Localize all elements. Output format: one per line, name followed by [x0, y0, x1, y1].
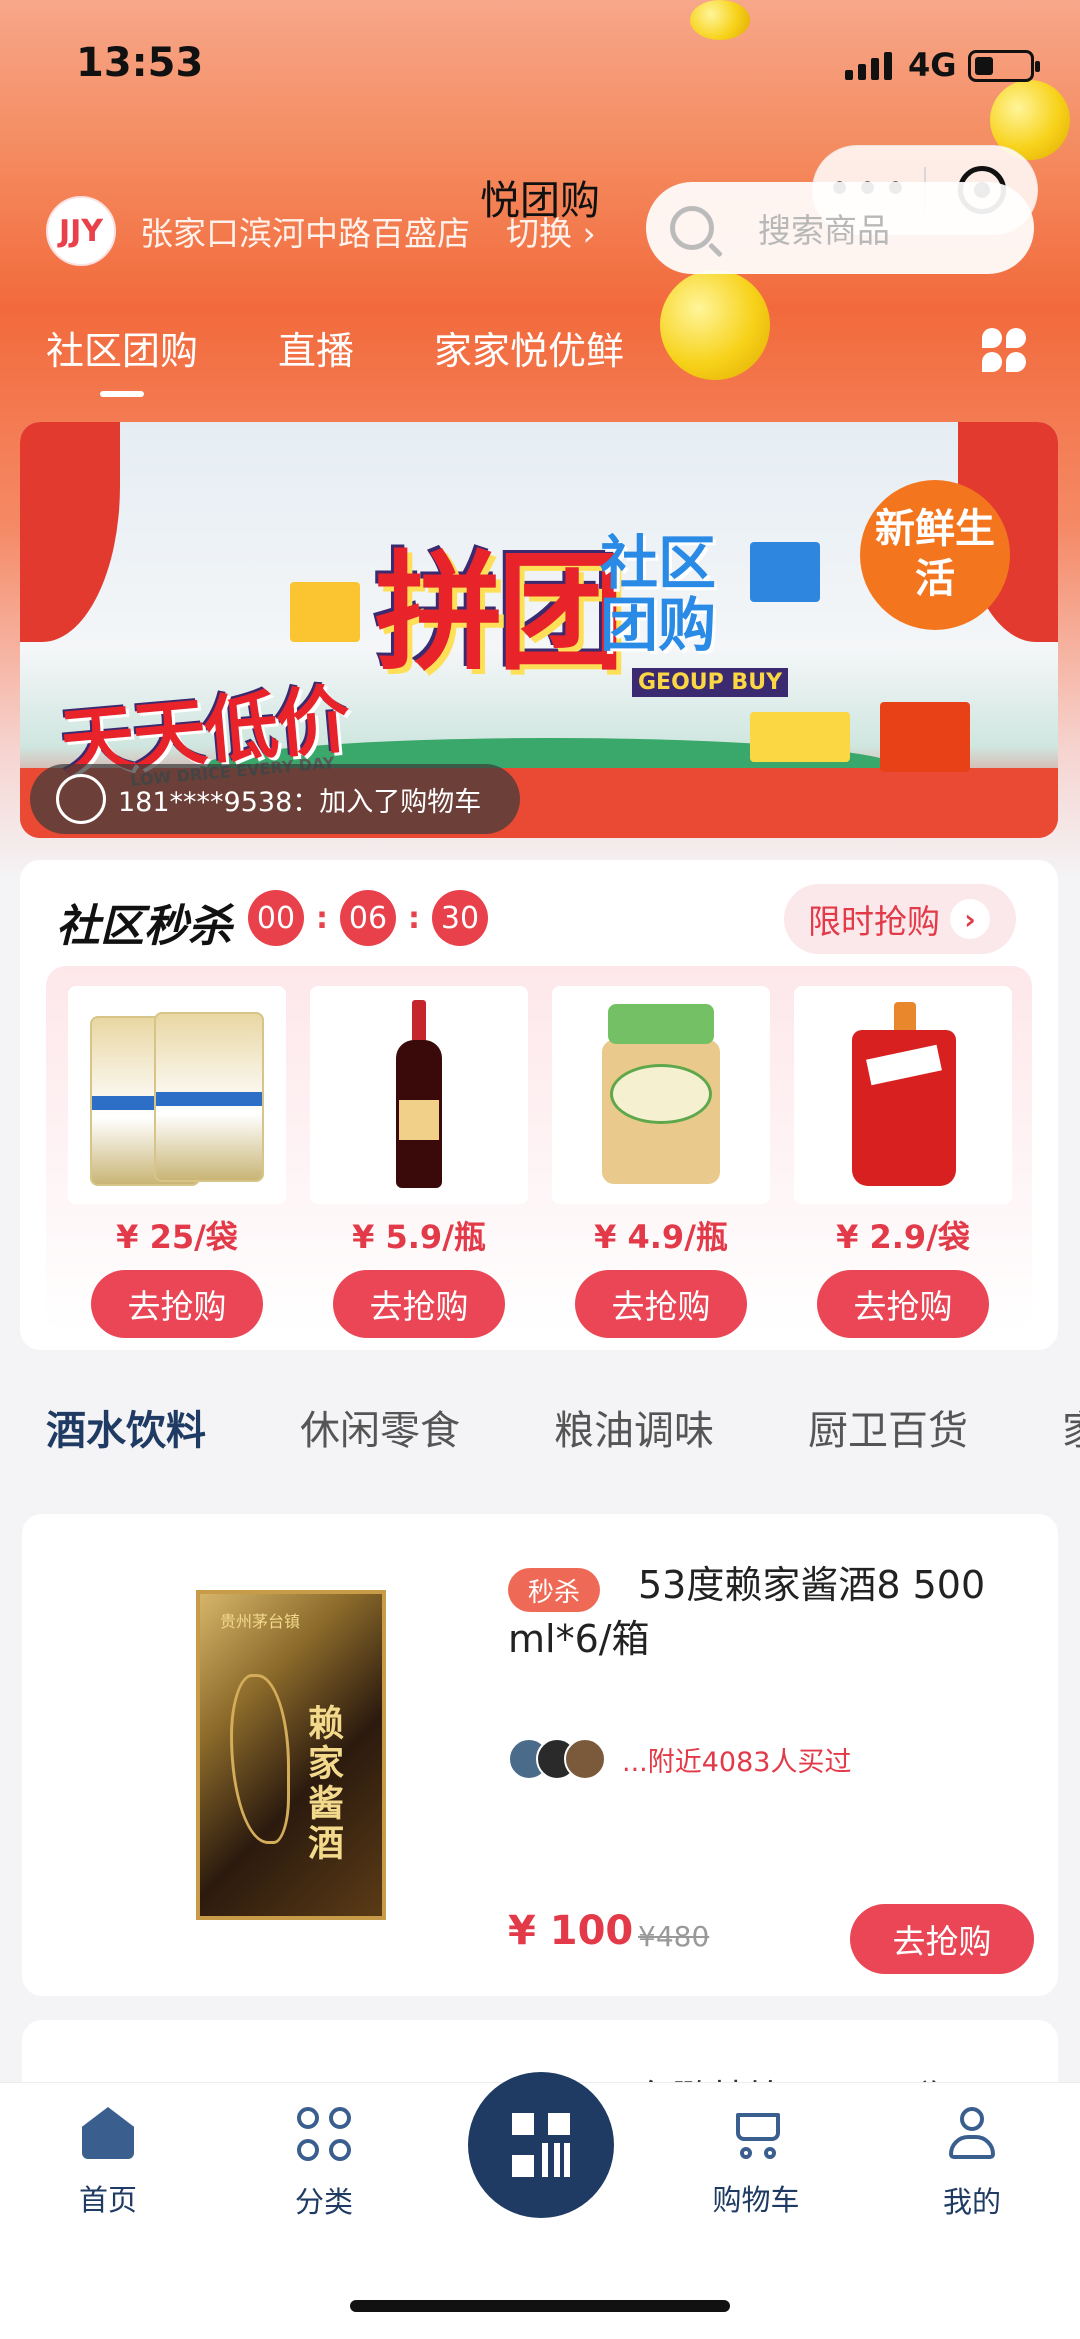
milk-powder-bag-image	[68, 986, 286, 1204]
chevron-right-icon: ›	[950, 899, 990, 939]
tab-grain-oil[interactable]: 粮油调味	[554, 1398, 714, 1456]
countdown-seconds: 30	[432, 890, 488, 946]
nav-label: 我的	[942, 2185, 1001, 2219]
nav-label: 首页	[78, 2183, 137, 2217]
grab-button[interactable]: 去抢购	[575, 1270, 747, 1338]
cheese-decoration	[750, 712, 850, 762]
flash-sale-item[interactable]: ¥ 25/袋 去抢购	[68, 986, 286, 1338]
profile-icon	[945, 2107, 999, 2161]
flash-sale-item[interactable]: ¥ 4.9/瓶 去抢购	[552, 986, 770, 1338]
flash-sale-items: ¥ 25/袋 去抢购 ¥ 5.9/瓶 去抢购 ¥ 4.9/瓶 去抢购 ¥ 2.9…	[68, 986, 1012, 1338]
soy-sauce-bottle-image	[310, 986, 528, 1204]
search-icon	[670, 206, 714, 250]
tab-community-group-buy[interactable]: 社区团购	[46, 320, 198, 397]
flash-item-price: ¥ 25/袋	[116, 1218, 238, 1256]
grab-button[interactable]: 去抢购	[817, 1270, 989, 1338]
nav-cart[interactable]: 购物车	[676, 2107, 836, 2219]
flash-sale-item[interactable]: ¥ 2.9/袋 去抢购	[794, 986, 1012, 1338]
soy-sauce-bottle	[396, 1000, 442, 1188]
product-price: ¥ 100	[508, 1908, 634, 1954]
category-icon	[297, 2107, 351, 2161]
battery-icon	[968, 50, 1040, 82]
gift-decoration	[750, 542, 820, 602]
tab-live[interactable]: 直播	[278, 320, 354, 375]
nav-home[interactable]: 首页	[28, 2107, 188, 2219]
banner-title-side: 社区团购	[600, 529, 717, 659]
category-tab-bar: 酒水饮料 休闲零食 粮油调味 厨卫百货 家	[46, 1398, 1080, 1456]
join-notice: 181****9538：加入了购物车	[30, 764, 520, 834]
home-indicator	[350, 2300, 730, 2312]
ketchup-pouch-image	[794, 986, 1012, 1204]
nav-label: 购物车	[712, 2183, 800, 2217]
flash-item-price: ¥ 5.9/瓶	[352, 1218, 486, 1256]
nav-profile[interactable]: 我的	[892, 2107, 1052, 2221]
countdown-hours: 00	[248, 890, 304, 946]
top-tab-bar: 社区团购 直播 家家悦优鲜	[46, 320, 704, 397]
flash-item-price: ¥ 4.9/瓶	[594, 1218, 728, 1256]
countdown-minutes: 06	[340, 890, 396, 946]
avatar	[564, 1738, 606, 1780]
flash-sale-title: 社区秒杀	[56, 901, 232, 952]
tab-snacks[interactable]: 休闲零食	[300, 1398, 460, 1456]
buyers-count: ...附近4083人买过	[622, 1746, 852, 1778]
product-card[interactable]: 贵州茅台镇 赖家酱酒 53度赖家酱酒8 500 ml*6/箱 秒杀 ...附近4…	[22, 1514, 1058, 1996]
store-logo: JJY	[46, 196, 116, 266]
buyers-info: ...附近4083人买过	[508, 1738, 851, 1780]
nav-category[interactable]: 分类	[244, 2107, 404, 2221]
fermented-tofu-jar-image	[552, 986, 770, 1204]
gift-decoration	[290, 582, 360, 642]
ketchup-pouch	[852, 1002, 956, 1186]
join-notice-text: 181****9538：加入了购物车	[118, 786, 482, 818]
fermented-tofu-jar	[602, 1004, 720, 1184]
flash-sale-item[interactable]: ¥ 5.9/瓶 去抢购	[310, 986, 528, 1338]
countdown-timer: 00 : 06 : 30	[248, 890, 488, 946]
tab-drinks[interactable]: 酒水饮料	[46, 1398, 206, 1456]
curtain-decoration	[20, 422, 120, 642]
banner-bubble: 新鲜生活	[860, 480, 1010, 630]
scan-icon	[512, 2113, 570, 2177]
store-selector[interactable]: JJY 张家口滨河中路百盛店 切换 ›	[46, 196, 596, 266]
banner-title-en: GEOUP BUY	[632, 668, 788, 697]
nav-label: 分类	[294, 2185, 353, 2219]
scan-button[interactable]	[468, 2072, 614, 2218]
status-time: 13:53	[76, 40, 204, 86]
box-title: 赖家酱酒	[302, 1704, 343, 1864]
gift-decoration	[880, 702, 970, 772]
limited-time-button[interactable]: 限时抢购 ›	[784, 884, 1016, 954]
signal-icon	[845, 52, 892, 80]
grab-button[interactable]: 去抢购	[850, 1904, 1034, 1974]
cart-icon	[728, 2107, 784, 2159]
tab-household[interactable]: 厨卫百货	[808, 1398, 968, 1456]
seckill-badge: 秒杀	[508, 1568, 600, 1612]
liquor-box-image: 贵州茅台镇 赖家酱酒	[196, 1590, 386, 1920]
box-illustration	[230, 1674, 290, 1844]
milk-powder-bag	[154, 1012, 264, 1182]
grab-button[interactable]: 去抢购	[333, 1270, 505, 1338]
network-type: 4G	[908, 46, 957, 84]
box-brand: 贵州茅台镇	[220, 1612, 301, 1631]
tab-jiajiayue-fresh[interactable]: 家家悦优鲜	[434, 320, 624, 375]
limited-time-label: 限时抢购	[808, 902, 940, 941]
original-price: ¥480	[638, 1920, 710, 1953]
status-bar: 13:53 4G	[0, 0, 1080, 130]
home-icon	[82, 2107, 134, 2159]
avatar	[56, 774, 106, 824]
search-input[interactable]: 搜索商品	[646, 182, 1034, 274]
tab-more-clipped[interactable]: 家	[1062, 1398, 1080, 1456]
flash-item-price: ¥ 2.9/袋	[836, 1218, 970, 1256]
all-categories-icon[interactable]	[982, 328, 1026, 372]
store-name: 张家口滨河中路百盛店	[140, 214, 470, 253]
banner-title: 拼团	[375, 539, 625, 688]
store-switch-link[interactable]: 切换 ›	[506, 207, 596, 255]
search-placeholder: 搜索商品	[758, 211, 890, 250]
grab-button[interactable]: 去抢购	[91, 1270, 263, 1338]
